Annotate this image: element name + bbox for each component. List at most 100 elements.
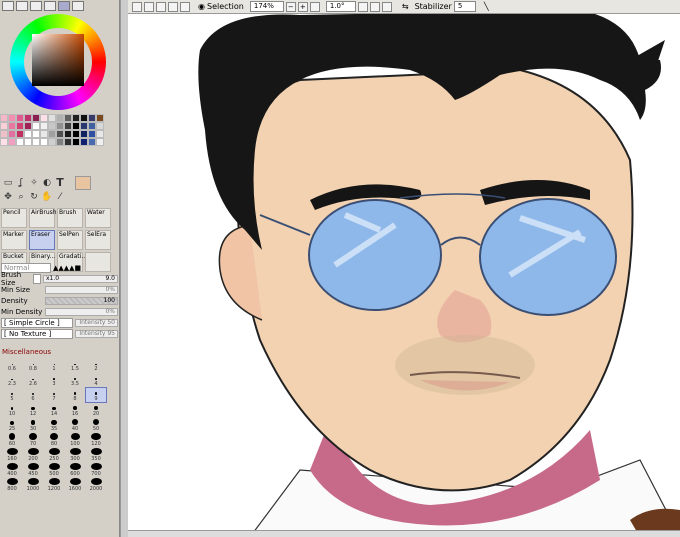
lasso-icon[interactable]: ʆ: [15, 177, 27, 189]
misc-section-label[interactable]: Miscellaneous: [2, 348, 51, 356]
eye-icon[interactable]: ◉: [198, 2, 205, 11]
brush-selpen[interactable]: SelPen: [57, 230, 83, 250]
color-swatch[interactable]: [16, 122, 24, 130]
color-swatch[interactable]: [64, 122, 72, 130]
color-swatch[interactable]: [8, 130, 16, 138]
zoom-icon[interactable]: ⌕: [15, 191, 27, 203]
selection-label[interactable]: Selection: [207, 2, 244, 11]
color-swatch[interactable]: [88, 114, 96, 122]
size-cell[interactable]: 500: [44, 463, 64, 477]
color-swatch[interactable]: [72, 122, 80, 130]
size-cell[interactable]: 6: [23, 388, 43, 402]
hsv-tab-icon[interactable]: [30, 1, 42, 11]
size-cell[interactable]: 450: [23, 463, 43, 477]
color-swatch[interactable]: [64, 114, 72, 122]
rotate-left-button[interactable]: [357, 1, 368, 12]
color-swatch[interactable]: [24, 122, 32, 130]
min-density-slider[interactable]: 0%: [45, 307, 118, 316]
size-cell[interactable]: 5: [2, 388, 22, 402]
color-swatch[interactable]: [40, 114, 48, 122]
color-swatch[interactable]: [32, 114, 40, 122]
size-cell[interactable]: 8: [65, 388, 85, 402]
brush-size-slider[interactable]: x1.0 9.0: [43, 274, 118, 283]
size-cell[interactable]: 70: [23, 433, 43, 447]
color-swatch[interactable]: [24, 130, 32, 138]
rotation-select[interactable]: 1.0°: [325, 1, 356, 12]
size-cell[interactable]: 7: [44, 388, 64, 402]
color-swatch[interactable]: [40, 138, 48, 146]
size-cell[interactable]: 200: [23, 448, 43, 462]
shape-intensity-slider[interactable]: Intensity 50: [75, 318, 118, 327]
size-cell[interactable]: 2.3: [2, 373, 22, 387]
zoom-reset-button[interactable]: [309, 1, 320, 12]
color-swatch[interactable]: [80, 122, 88, 130]
rect-select-icon[interactable]: ▭: [2, 177, 14, 189]
zoom-select[interactable]: 174%: [249, 1, 284, 12]
size-cell[interactable]: 800: [2, 478, 22, 492]
size-cell[interactable]: 40: [65, 418, 85, 432]
color-swatch[interactable]: [8, 138, 16, 146]
panel-scrollbar[interactable]: [120, 0, 128, 537]
size-cell[interactable]: 250: [44, 448, 64, 462]
move-icon[interactable]: ✥: [2, 191, 14, 203]
color-swatch[interactable]: [40, 130, 48, 138]
color-swatch[interactable]: [64, 130, 72, 138]
color-swatch[interactable]: [48, 114, 56, 122]
color-swatch[interactable]: [56, 130, 64, 138]
rgb-tab-icon[interactable]: [16, 1, 28, 11]
color-swatch[interactable]: [0, 122, 8, 130]
size-cell[interactable]: 2.6: [23, 373, 43, 387]
stabilizer-select[interactable]: 5: [453, 1, 476, 12]
hand-icon[interactable]: ✋: [41, 191, 53, 203]
size-cell[interactable]: 10: [2, 403, 22, 417]
brush-pencil[interactable]: Pencil: [1, 208, 27, 228]
size-cell[interactable]: 50: [86, 418, 106, 432]
size-mult-dropdown[interactable]: [33, 273, 41, 284]
palette-tab-icon[interactable]: [58, 1, 70, 11]
color-swatch[interactable]: [80, 114, 88, 122]
color-swatch[interactable]: [88, 130, 96, 138]
toolbar-btn-2[interactable]: [144, 1, 154, 12]
color-swatch[interactable]: [56, 114, 64, 122]
size-cell[interactable]: 12: [23, 403, 43, 417]
flip-icon[interactable]: ⇆: [402, 2, 409, 11]
size-cell[interactable]: 2000: [86, 478, 106, 492]
magic-wand-icon[interactable]: ✧: [28, 177, 40, 189]
size-cell[interactable]: 9: [85, 387, 107, 403]
size-cell[interactable]: 120: [86, 433, 106, 447]
color-swatch[interactable]: [56, 122, 64, 130]
color-swatch[interactable]: [32, 130, 40, 138]
size-cell[interactable]: 20: [86, 403, 106, 417]
size-cell[interactable]: 80: [44, 433, 64, 447]
color-swatches[interactable]: [0, 114, 108, 166]
size-cell[interactable]: 0.8: [23, 358, 43, 372]
size-cell[interactable]: 14: [44, 403, 64, 417]
texture-select[interactable]: [ No Texture ]: [1, 328, 73, 339]
color-swatch[interactable]: [96, 130, 104, 138]
color-swatch[interactable]: [0, 130, 8, 138]
size-cell[interactable]: 35: [44, 418, 64, 432]
wheel-tab-icon[interactable]: [2, 1, 14, 11]
size-cell[interactable]: 1: [44, 358, 64, 372]
size-cell[interactable]: 0.6: [2, 358, 22, 372]
color-swatch[interactable]: [48, 130, 56, 138]
brush-marker[interactable]: Marker: [1, 230, 27, 250]
size-cell[interactable]: 4: [86, 373, 106, 387]
color-swatch[interactable]: [48, 122, 56, 130]
size-cell[interactable]: 300: [65, 448, 85, 462]
brush-shape-icons[interactable]: ▲▲▲▲■: [53, 264, 81, 272]
size-cell[interactable]: 60: [2, 433, 22, 447]
color-swatch[interactable]: [80, 138, 88, 146]
color-swatch[interactable]: [8, 114, 16, 122]
size-cell[interactable]: 30: [23, 418, 43, 432]
size-cell[interactable]: 350: [86, 448, 106, 462]
color-swatch[interactable]: [48, 138, 56, 146]
color-swatch[interactable]: [0, 138, 8, 146]
toolbar-btn-5[interactable]: [180, 1, 190, 12]
size-cell[interactable]: 1.5: [65, 358, 85, 372]
color-swatch[interactable]: [0, 114, 8, 122]
density-slider[interactable]: 100: [45, 296, 118, 305]
saturation-value-square[interactable]: [32, 34, 84, 86]
brush-selera[interactable]: SelEra: [85, 230, 111, 250]
size-cell[interactable]: 700: [86, 463, 106, 477]
